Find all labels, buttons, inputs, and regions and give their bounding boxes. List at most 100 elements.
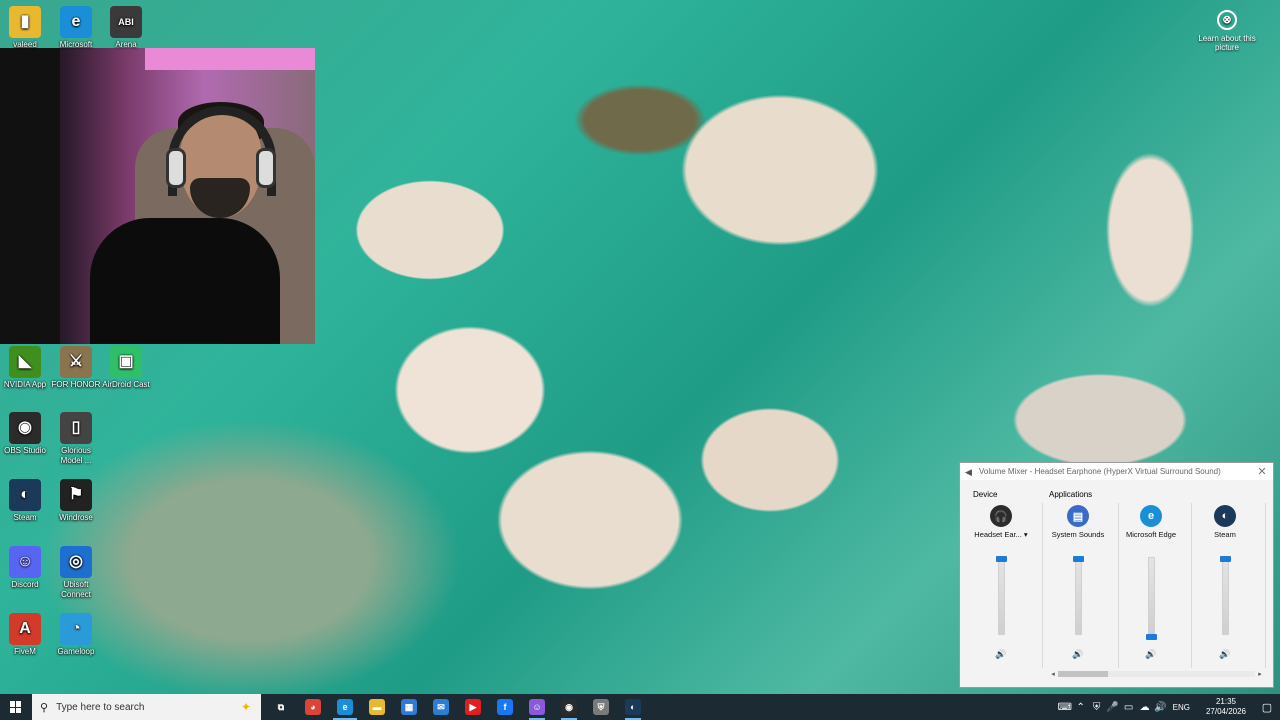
mixer-column: 🎧 Headset Ear... ▾ 🔊 — [965, 503, 1037, 663]
desktop-icon-label: FOR HONOR — [51, 380, 101, 389]
volume-slider-thumb[interactable] — [1146, 634, 1157, 640]
volume-slider-thumb[interactable] — [1220, 556, 1231, 562]
desktop-icon[interactable]: ◐ Steam — [0, 479, 50, 523]
steam-icon: ◐ — [625, 699, 641, 715]
desktop-icon[interactable]: ◉ OBS Studio — [0, 412, 50, 456]
learn-about-picture[interactable]: ⊗ Learn about this picture — [1192, 10, 1262, 52]
close-button[interactable]: ✕ — [1255, 465, 1269, 478]
system-tray: ⌨ ⌃ ⛨ 🎤 ▭ ☁ 🔊 ENG 21:35 27/04/2026 ▢ — [1057, 694, 1280, 720]
device-header: Device — [973, 490, 998, 499]
taskbar-app-task-view[interactable]: ⧉ — [265, 694, 297, 720]
desktop-icon-label: valeed — [13, 40, 37, 49]
mixer-titlebar[interactable]: ◀ Volume Mixer - Headset Earphone (Hyper… — [960, 463, 1273, 480]
desktop-icon[interactable]: ◎ Ubisoft Connect — [51, 546, 101, 600]
volume-mixer-window: ◀ Volume Mixer - Headset Earphone (Hyper… — [959, 462, 1274, 688]
steam-icon: ◐ — [9, 479, 41, 511]
webcam-headset-cup-left — [166, 148, 186, 188]
start-button[interactable] — [0, 694, 32, 720]
mute-button[interactable]: 🔊 — [1042, 649, 1114, 660]
desktop-icon[interactable]: ◣ NVIDIA App — [0, 346, 50, 390]
mixer-app-name: System Sounds — [1042, 530, 1114, 539]
for-honor-icon: ⚔ — [60, 346, 92, 378]
microphone-icon[interactable]: 🎤 — [1105, 702, 1121, 713]
tray-overflow-icon[interactable]: ⌃ — [1073, 702, 1089, 713]
mixer-horizontal-scrollbar[interactable]: ◂ ▸ — [1048, 669, 1265, 679]
taskbar-app-shield[interactable]: ⛨ — [585, 694, 617, 720]
mixer-column: ▤ System Sounds 🔊 — [1042, 503, 1114, 663]
desktop-icon-label: Windrose — [59, 513, 93, 522]
clock-date: 27/04/2026 — [1205, 707, 1247, 716]
mail-icon: ✉ — [433, 699, 449, 715]
scroll-left-button[interactable]: ◂ — [1048, 670, 1058, 678]
mixer-app-name[interactable]: Headset Ear... ▾ — [965, 530, 1037, 539]
glorious-mouse-icon: ▯ — [60, 412, 92, 444]
taskbar-app-mail[interactable]: ✉ — [425, 694, 457, 720]
desktop-icon-label: OBS Studio — [4, 446, 46, 455]
taskbar-apps: ⧉ ◕ e ▬ ▦ ✉ ▶ f ☺ ◉ ⛨ ◐ — [265, 694, 649, 720]
desktop-icon[interactable]: ABI Arena — [101, 6, 151, 50]
desktop-icon[interactable]: ▮ valeed — [0, 6, 50, 50]
desktop-icon[interactable]: ▣ AirDroid Cast — [101, 346, 151, 390]
network-icon[interactable]: ▭ — [1121, 702, 1137, 713]
taskbar-search-box[interactable]: ⚲ Type here to search ✦ — [32, 694, 261, 720]
taskbar-app-obs[interactable]: ◉ — [553, 694, 585, 720]
taskbar-app-facebook[interactable]: f — [489, 694, 521, 720]
chevron-down-icon[interactable]: ▾ — [1024, 530, 1028, 539]
volume-slider-track[interactable] — [998, 557, 1005, 635]
keyboard-icon[interactable]: ⌨ — [1057, 702, 1073, 713]
scroll-rail[interactable] — [1058, 671, 1255, 677]
cloud-icon[interactable]: ☁ — [1137, 702, 1153, 713]
system-sounds-icon[interactable]: ▤ — [1067, 505, 1089, 527]
volume-slider-thumb[interactable] — [1073, 556, 1084, 562]
arena-game-icon: ABI — [110, 6, 142, 38]
clock[interactable]: 21:35 27/04/2026 — [1198, 697, 1254, 717]
clock-time: 21:35 — [1215, 697, 1237, 706]
mute-button[interactable]: 🔊 — [1115, 649, 1187, 660]
taskbar-app-youtube[interactable]: ▶ — [457, 694, 489, 720]
webcam-person-torso — [90, 218, 280, 344]
desktop-icon[interactable]: e Microsoft — [51, 6, 101, 50]
language-indicator[interactable]: ENG — [1173, 703, 1190, 712]
taskbar-app-steam[interactable]: ◐ — [617, 694, 649, 720]
taskbar-app-store[interactable]: ▦ — [393, 694, 425, 720]
desktop-icon[interactable]: ⚔ FOR HONOR — [51, 346, 101, 390]
webcam-background-door — [0, 48, 60, 344]
desktop-icon-label: Steam — [13, 513, 37, 522]
taskbar-app-edge[interactable]: e — [329, 694, 361, 720]
desktop-icon[interactable]: ⚑ Windrose — [51, 479, 101, 523]
taskbar-app-file-explorer[interactable]: ▬ — [361, 694, 393, 720]
volume-slider-track[interactable] — [1222, 557, 1229, 635]
edge-icon[interactable]: e — [1140, 505, 1162, 527]
mute-button[interactable]: 🔊 — [1189, 649, 1261, 660]
edge-icon: e — [337, 699, 353, 715]
desktop-icon[interactable]: A FiveM — [0, 613, 50, 657]
mute-button[interactable]: 🔊 — [965, 649, 1037, 660]
headset-icon[interactable]: 🎧 — [990, 505, 1012, 527]
taskbar-app-chrome[interactable]: ◕ — [297, 694, 329, 720]
desktop-icon-label: NVIDIA App — [3, 380, 47, 389]
volume-slider-track[interactable] — [1075, 557, 1082, 635]
webcam-headset-cup-right — [256, 148, 276, 188]
notification-center-icon[interactable]: ▢ — [1254, 701, 1280, 714]
steam-icon[interactable]: ◐ — [1214, 505, 1236, 527]
desktop-icon[interactable]: ◔ Gameloop — [51, 613, 101, 657]
mixer-app-label: Microsoft Edge — [1125, 530, 1177, 539]
taskbar-app-discord-app[interactable]: ☺ — [521, 694, 553, 720]
volume-slider-thumb[interactable] — [996, 556, 1007, 562]
chrome-icon: ◕ — [305, 699, 321, 715]
tray-icons: ⌨ ⌃ ⛨ 🎤 ▭ ☁ 🔊 — [1057, 702, 1169, 713]
volume-slider-track[interactable] — [1148, 557, 1155, 635]
camera-info-icon: ⊗ — [1217, 10, 1237, 30]
volume-icon[interactable]: 🔊 — [1153, 702, 1169, 713]
shield-tray-icon[interactable]: ⛨ — [1089, 702, 1105, 713]
search-highlight-icon: ✦ — [240, 700, 251, 714]
scroll-thumb[interactable] — [1058, 671, 1108, 677]
webcam-overlay — [0, 48, 315, 344]
desktop-icon-label: Gameloop — [57, 647, 95, 656]
mixer-title: Volume Mixer - Headset Earphone (HyperX … — [979, 467, 1221, 476]
desktop-icon-label: Ubisoft Connect — [61, 580, 91, 599]
desktop-icon[interactable]: ▯ Glorious Model ... — [51, 412, 101, 466]
column-separator — [1265, 503, 1266, 668]
desktop-icon[interactable]: ☺ Discord — [0, 546, 50, 590]
scroll-right-button[interactable]: ▸ — [1255, 670, 1265, 678]
